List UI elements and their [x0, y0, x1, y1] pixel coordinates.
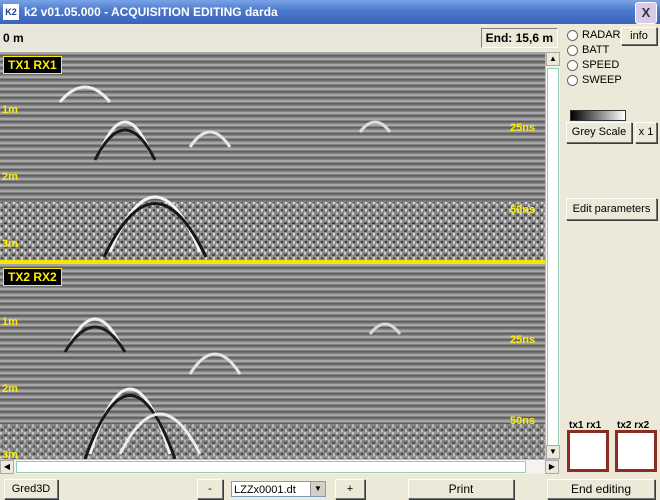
window-title: k2 v01.05.000 - ACQUISITION EDITING dard… [24, 5, 278, 19]
radargram-channel-1[interactable]: TX1 RX1 1m 2m 3m 25ns 50ns [0, 52, 545, 260]
batt-status-radio[interactable]: BATT [567, 44, 609, 58]
radio-icon [567, 29, 578, 41]
end-distance: End: 15,6 m [480, 28, 558, 48]
scroll-right-icon[interactable]: ▶ [545, 460, 559, 474]
depth-label: 1m [2, 104, 18, 116]
app-logo-icon: K2 [3, 4, 19, 20]
chevron-down-icon[interactable]: ▼ [310, 482, 325, 496]
speed-status-radio[interactable]: SPEED [567, 59, 619, 73]
grey-scale-button[interactable]: Grey Scale [566, 122, 632, 143]
file-name: LZZx0001.dt [234, 484, 296, 496]
depth-label: 3m [2, 449, 18, 459]
scroll-left-icon[interactable]: ◀ [0, 460, 14, 474]
grey-scale-gradient [570, 110, 626, 121]
time-label: 50ns [510, 204, 536, 216]
time-label: 25ns [510, 334, 536, 346]
radargram-2-image [0, 264, 545, 459]
gred3d-button[interactable]: Gred3D [4, 479, 58, 499]
edit-parameters-button[interactable]: Edit parameters [566, 198, 657, 220]
time-label: 25ns [510, 122, 536, 134]
vertical-scrollbar[interactable]: ▲ ▼ [545, 52, 560, 459]
zoom-button[interactable]: x 1 [635, 122, 657, 143]
depth-label: 1m [2, 316, 18, 328]
scroll-thumb[interactable] [547, 68, 559, 456]
start-distance: 0 m [3, 31, 24, 45]
channel-2-label: TX2 RX2 [3, 268, 62, 286]
radio-icon [567, 74, 578, 86]
tx2-rx2-toggle[interactable] [615, 430, 657, 472]
tx1-rx1-toggle[interactable] [567, 430, 609, 472]
depth-label: 3m [2, 238, 18, 250]
info-button[interactable]: info [621, 27, 657, 45]
radargram-1-image [0, 52, 545, 260]
distance-bar: 0 m End: 15,6 m [0, 27, 560, 49]
radio-icon [567, 44, 578, 56]
close-button[interactable]: X [635, 2, 657, 24]
title-bar: K2 k2 v01.05.000 - ACQUISITION EDITING d… [0, 0, 660, 24]
print-button[interactable]: Print [408, 479, 514, 499]
radargram-channel-2[interactable]: TX2 RX2 1m 2m 3m 25ns 50ns [0, 264, 545, 459]
file-select[interactable]: LZZx0001.dt ▼ [231, 481, 326, 497]
scroll-thumb[interactable] [16, 461, 526, 473]
scroll-down-icon[interactable]: ▼ [546, 445, 560, 459]
sweep-status-radio[interactable]: SWEEP [567, 74, 622, 88]
previous-file-button[interactable]: - [197, 479, 223, 499]
horizontal-scrollbar[interactable]: ◀ ▶ [0, 459, 559, 474]
depth-label: 2m [2, 171, 18, 183]
next-file-button[interactable]: + [335, 479, 365, 499]
scroll-up-icon[interactable]: ▲ [546, 52, 560, 66]
channel-1-label: TX1 RX1 [3, 56, 62, 74]
depth-label: 2m [2, 383, 18, 395]
radar-status-radio[interactable]: RADAR [567, 29, 621, 43]
control-panel: RADAR BATT SPEED SWEEP info Grey Scale x… [561, 24, 660, 476]
time-label: 50ns [510, 415, 536, 427]
radio-icon [567, 59, 578, 71]
end-editing-button[interactable]: End editing [547, 479, 655, 499]
